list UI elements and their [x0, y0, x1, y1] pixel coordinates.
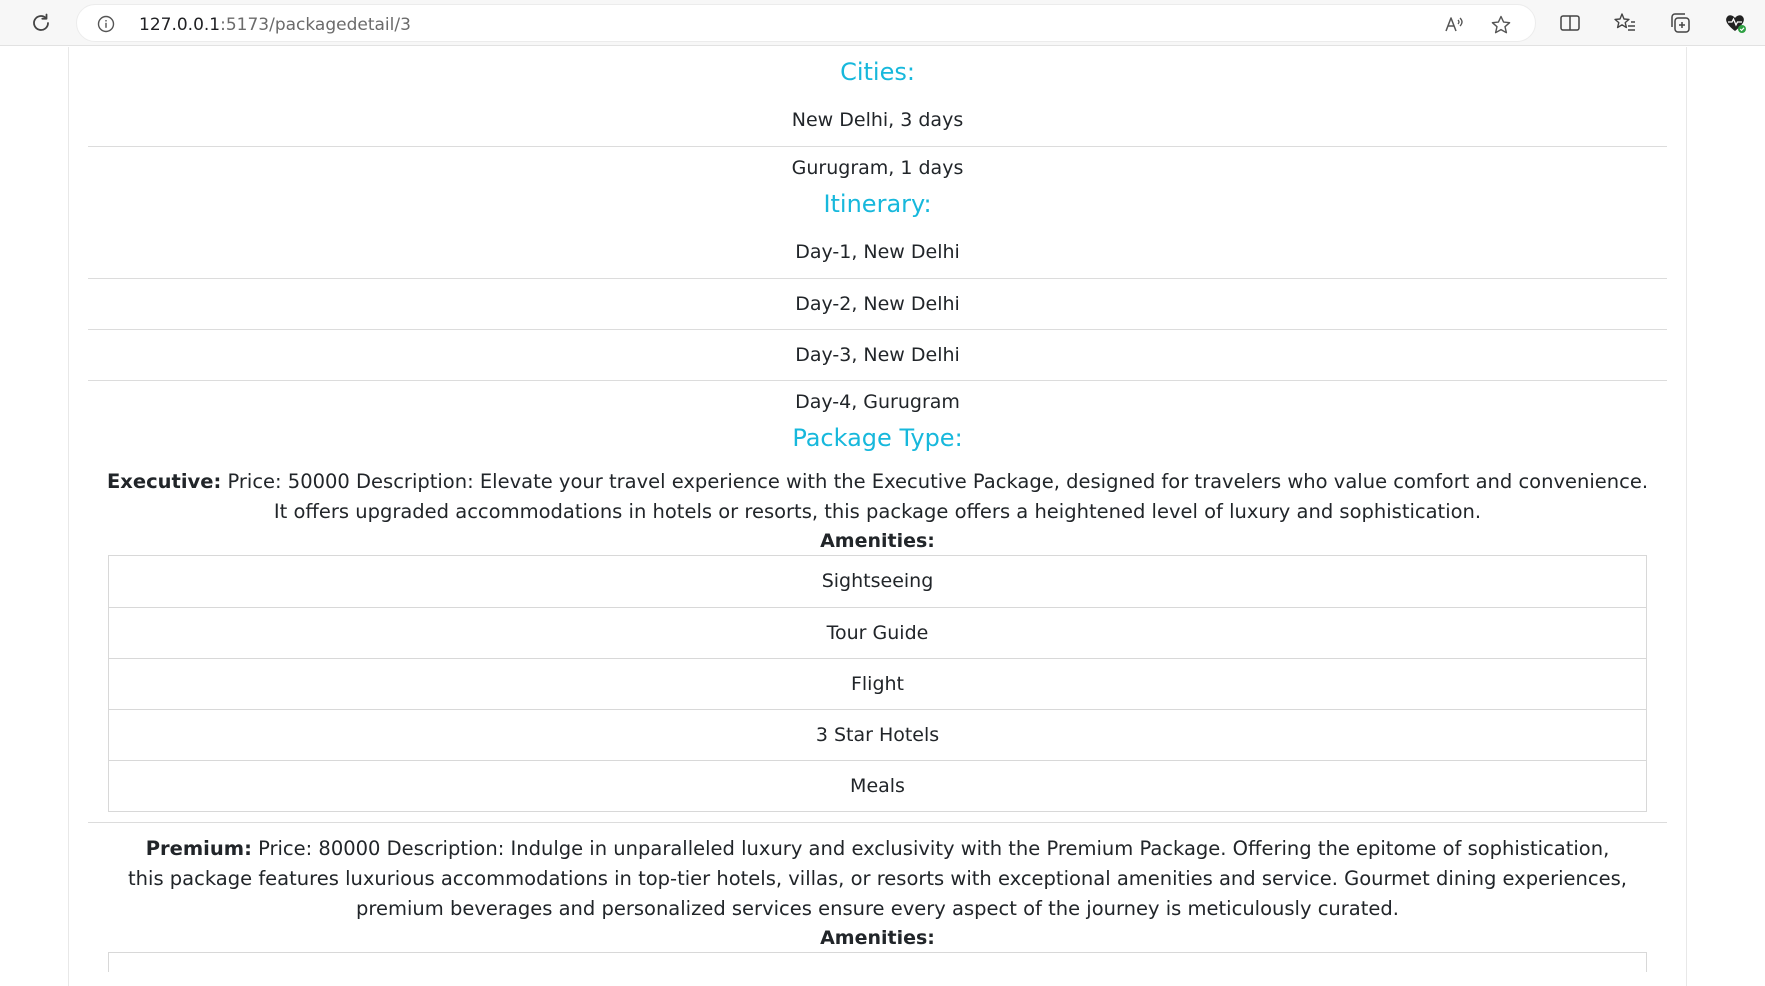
itinerary-item: Day-1, New Delhi — [795, 241, 960, 263]
itinerary-heading: Itinerary: — [823, 190, 932, 218]
city-item: Gurugram, 1 days — [88, 146, 1667, 189]
itinerary-item: Day-3, New Delhi — [88, 329, 1667, 380]
package-type-heading: Package Type: — [792, 424, 963, 452]
amenities-list — [108, 952, 1647, 972]
amenity-item: Sightseeing — [821, 570, 934, 592]
amenities-list: Sightseeing Tour Guide Flight 3 Star Hot… — [108, 555, 1647, 812]
itinerary-item: Day-4, Gurugram — [88, 380, 1667, 423]
package-name: Premium: — [145, 837, 252, 860]
browser-toolbar: 127.0.0.1:5173/packagedetail/3 — [0, 0, 1765, 46]
browser-essentials-icon[interactable] — [1723, 11, 1747, 35]
amenities-label: Amenities: — [820, 927, 935, 949]
package-description: Executive: Price: 50000 Description: Ele… — [88, 467, 1667, 527]
package-detail-container: Cities: New Delhi, 3 days Gurugram, 1 da… — [68, 47, 1687, 986]
info-icon[interactable] — [97, 15, 115, 33]
city-item: New Delhi, 3 days — [791, 109, 964, 131]
url-path: :5173/packagedetail/3 — [220, 15, 411, 35]
favorites-icon[interactable] — [1613, 11, 1637, 35]
page-viewport: Cities: New Delhi, 3 days Gurugram, 1 da… — [0, 47, 1765, 986]
amenity-item: 3 Star Hotels — [109, 709, 1646, 760]
url-text[interactable]: 127.0.0.1:5173/packagedetail/3 — [139, 15, 411, 35]
url-host: 127.0.0.1 — [139, 15, 221, 35]
package-name: Executive: — [106, 470, 222, 493]
itinerary-item: Day-2, New Delhi — [88, 278, 1667, 329]
split-screen-icon[interactable] — [1558, 11, 1582, 35]
amenity-item: Meals — [109, 760, 1646, 811]
collections-icon[interactable] — [1668, 11, 1692, 35]
reload-icon[interactable] — [28, 10, 54, 36]
amenities-label: Amenities: — [820, 530, 935, 552]
amenity-item: Flight — [109, 658, 1646, 709]
package-details: Price: 50000 Description: Elevate your t… — [227, 470, 1649, 523]
address-bar[interactable]: 127.0.0.1:5173/packagedetail/3 — [76, 4, 1536, 42]
package-description: Premium: Price: 80000 Description: Indul… — [88, 834, 1667, 924]
read-aloud-icon[interactable] — [1443, 14, 1465, 36]
amenity-item: Tour Guide — [109, 607, 1646, 658]
package-detail-content: Cities: New Delhi, 3 days Gurugram, 1 da… — [88, 47, 1667, 972]
package-details: Price: 80000 Description: Indulge in unp… — [128, 837, 1627, 920]
cities-heading: Cities: — [840, 58, 915, 86]
star-icon[interactable] — [1490, 14, 1512, 36]
